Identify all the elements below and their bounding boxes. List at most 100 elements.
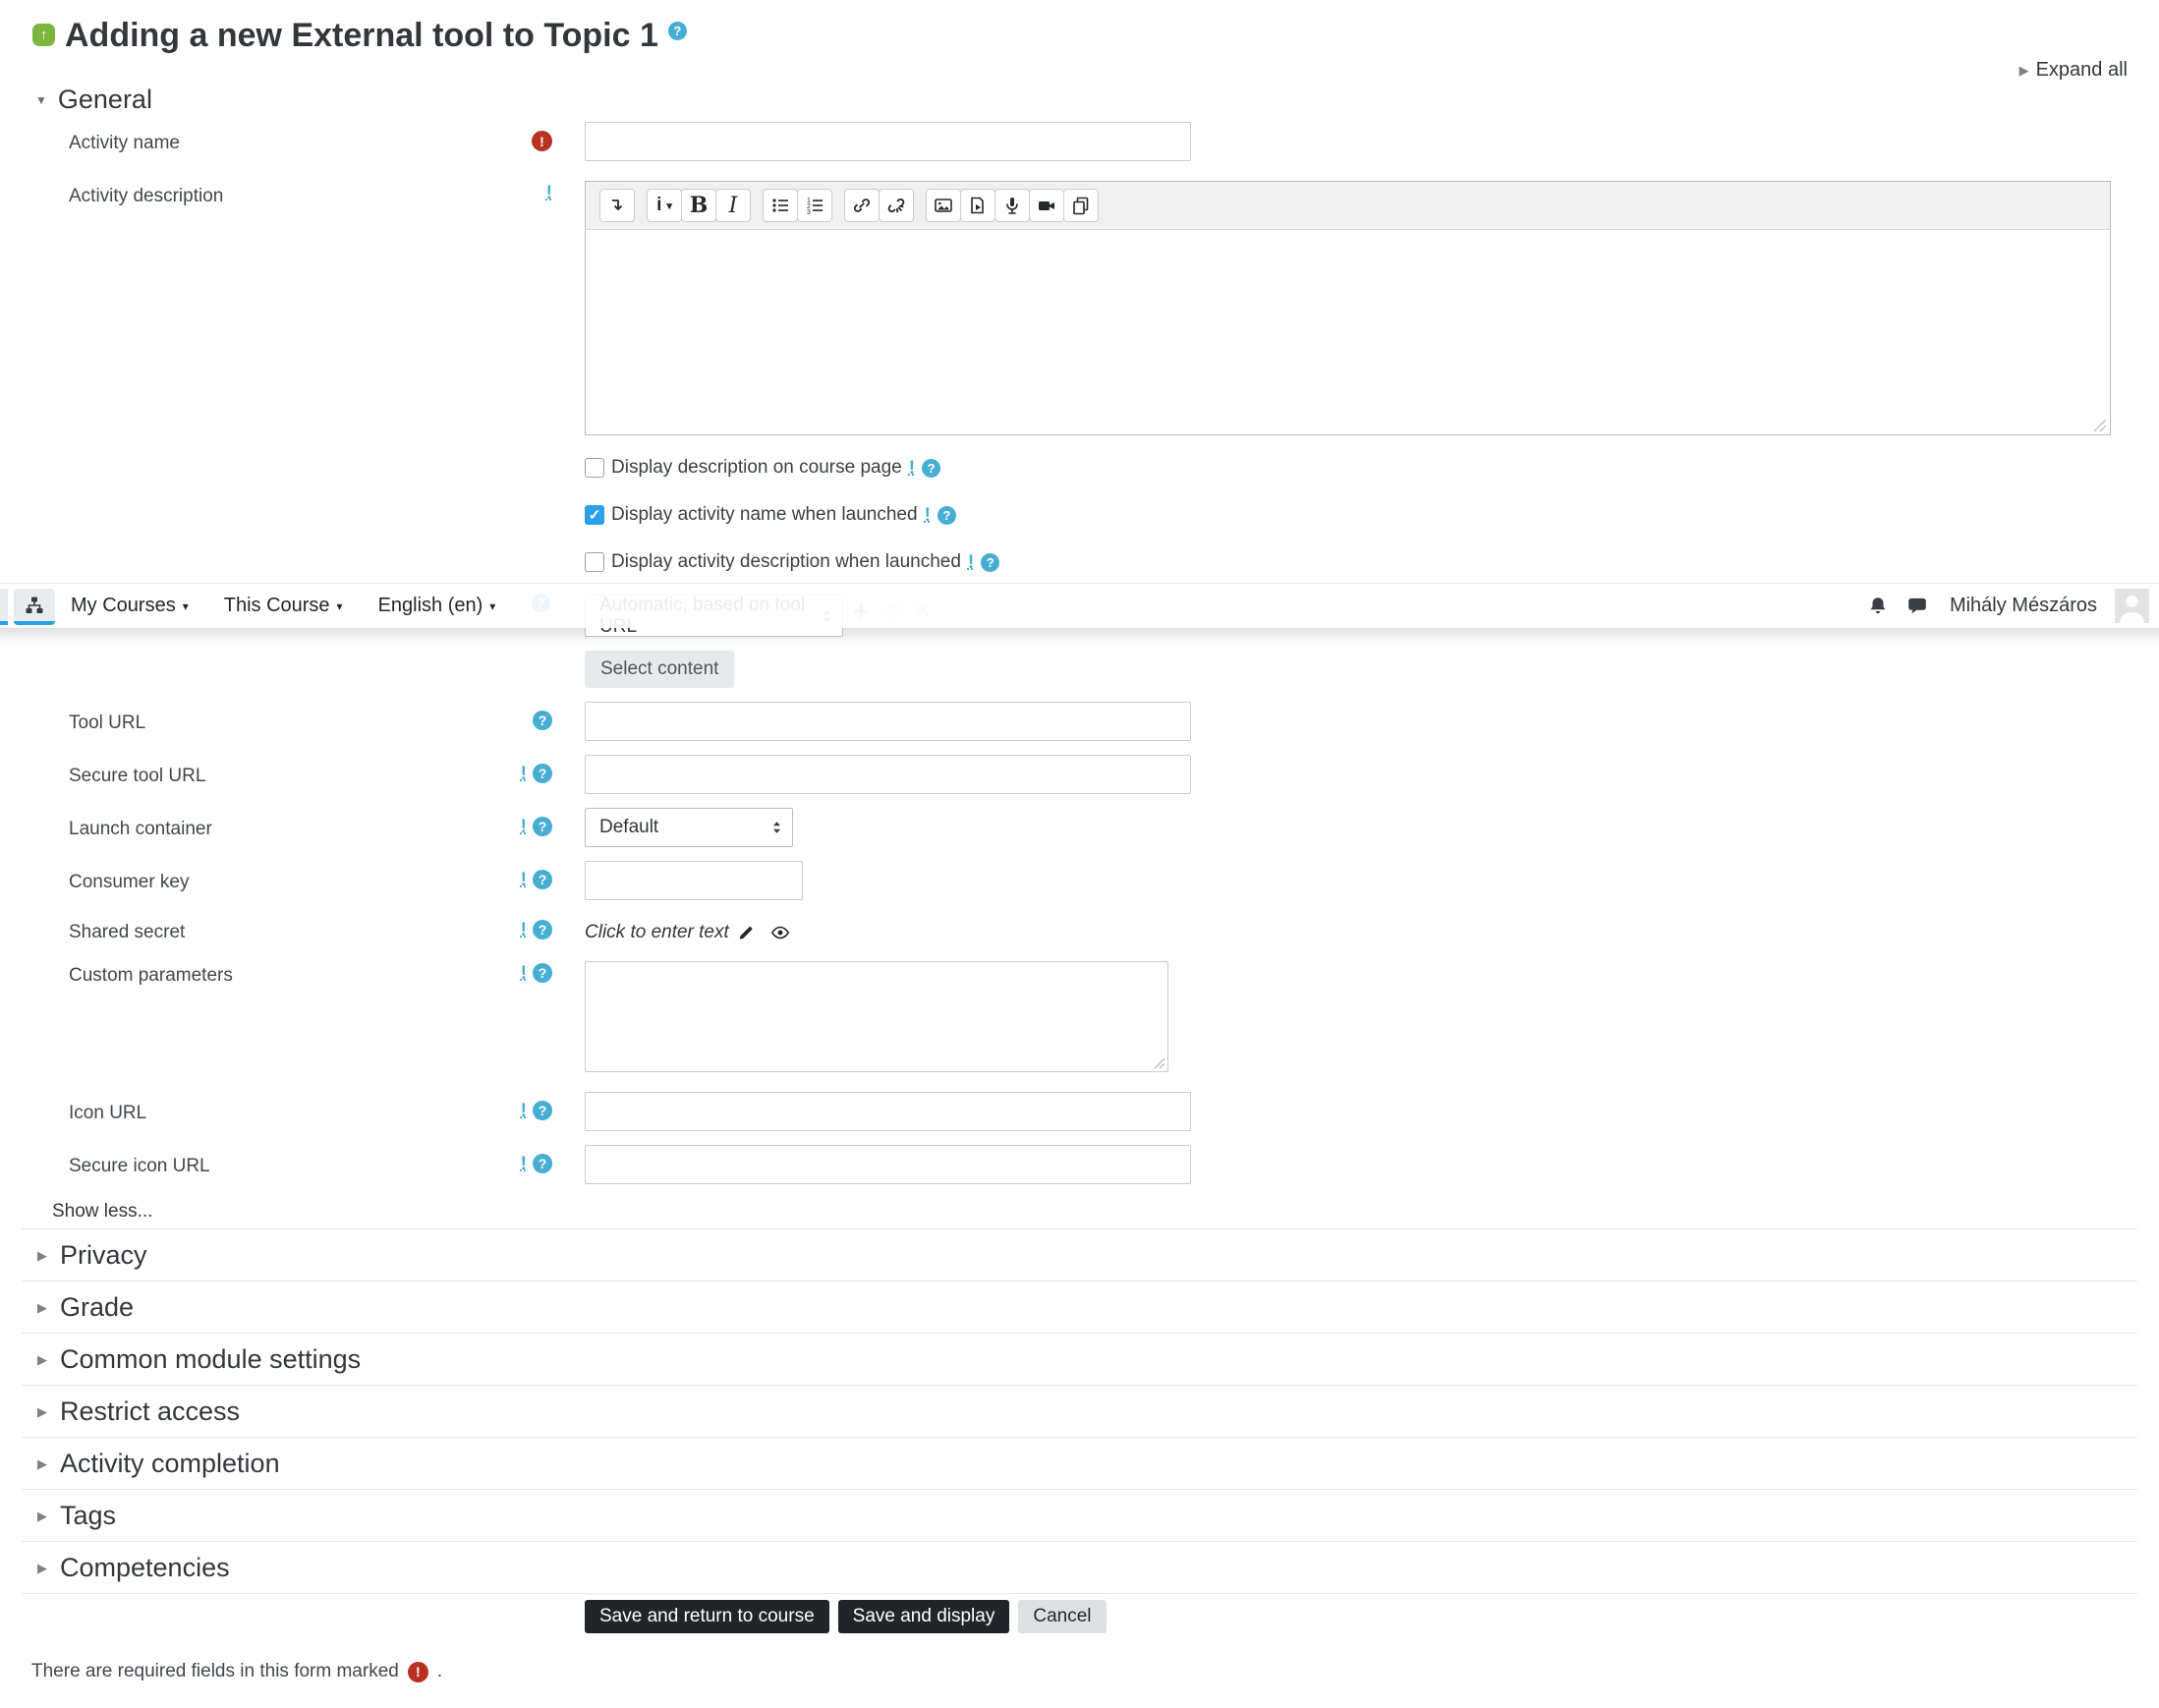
custom-parameters-textarea[interactable]: [585, 961, 1168, 1072]
icon-url-input[interactable]: [585, 1092, 1191, 1131]
chevron-down-icon: ▾: [182, 598, 189, 613]
chevron-right-icon: ▶: [37, 1299, 47, 1315]
chat-icon[interactable]: [1906, 596, 1928, 617]
section-heading-restrict-access[interactable]: ▶ Restrict access: [22, 1385, 2137, 1437]
warning-icon: !: [520, 1100, 527, 1121]
collapsed-sections: ▶ Privacy ▶ Grade ▶ Common module settin…: [22, 1228, 2137, 1594]
warning-icon: !: [924, 504, 931, 526]
select-caret-icon: [772, 822, 781, 833]
external-tool-activity-icon: ↑: [32, 24, 55, 46]
chevron-right-icon: ▶: [37, 1247, 47, 1263]
warning-icon: !: [545, 183, 552, 203]
select-content-button[interactable]: Select content: [585, 651, 735, 688]
avatar[interactable]: [2115, 589, 2149, 623]
section-heading-privacy[interactable]: ▶ Privacy: [22, 1228, 2137, 1281]
eye-icon[interactable]: [770, 923, 790, 942]
custom-parameters-label: Custom parameters: [69, 965, 233, 986]
warning-icon: !: [967, 551, 975, 573]
sitemap-icon[interactable]: [14, 589, 55, 625]
help-icon[interactable]: ?: [533, 817, 552, 836]
section-heading-common-module-settings[interactable]: ▶ Common module settings: [22, 1333, 2137, 1385]
help-icon[interactable]: ?: [533, 1101, 552, 1120]
section-heading-competencies[interactable]: ▶ Competencies: [22, 1541, 2137, 1593]
secure-tool-url-input[interactable]: [585, 755, 1191, 794]
icon-url-label: Icon URL: [69, 1103, 147, 1123]
form-actions: Save and return to course Save and displ…: [585, 1600, 1107, 1633]
page-header: ↑ Adding a new External tool to Topic 1 …: [32, 16, 687, 56]
activity-name-label: Activity name: [69, 133, 180, 153]
help-icon[interactable]: ?: [533, 870, 552, 889]
launch-container-select[interactable]: Default: [585, 808, 793, 847]
chevron-down-icon: ▾: [336, 598, 343, 613]
description-rich-text-editor[interactable]: i ▾ B I 123: [585, 181, 2111, 435]
activity-description-label: Activity description: [69, 186, 224, 206]
unlink-icon[interactable]: [879, 189, 914, 222]
svg-text:3: 3: [807, 209, 811, 215]
display-activity-name-checkbox[interactable]: ✓ Display activity name when launched ! …: [585, 504, 956, 526]
shared-secret-placeholder[interactable]: Click to enter text: [585, 922, 729, 943]
checkbox-icon: ✓: [585, 505, 604, 525]
consumer-key-input[interactable]: [585, 861, 803, 900]
secure-icon-url-input[interactable]: [585, 1145, 1191, 1184]
record-audio-icon[interactable]: [994, 189, 1030, 222]
insert-image-icon[interactable]: [926, 189, 961, 222]
show-less-link[interactable]: Show less...: [52, 1201, 152, 1223]
moodle-external-tool-form-page: ↑ Adding a new External tool to Topic 1 …: [0, 0, 2159, 1708]
display-description-checkbox[interactable]: ✓ Display description on course page ! ?: [585, 457, 941, 479]
unordered-list-icon[interactable]: [763, 189, 798, 222]
italic-icon[interactable]: I: [715, 189, 751, 222]
insert-media-icon[interactable]: [960, 189, 995, 222]
bell-icon[interactable]: [1867, 596, 1889, 617]
chevron-right-icon: ▶: [37, 1508, 47, 1523]
link-icon[interactable]: [844, 189, 880, 222]
help-icon[interactable]: ?: [533, 1154, 552, 1173]
pencil-icon[interactable]: [737, 924, 755, 941]
expand-all-link[interactable]: ▶ Expand all: [2019, 59, 2128, 82]
chevron-right-icon: ▶: [37, 1351, 47, 1367]
manage-files-icon[interactable]: [1063, 189, 1099, 222]
nav-language[interactable]: English (en) ▾: [378, 595, 496, 617]
navbar: My Courses ▾ This Course ▾ English (en) ▾ M…: [0, 583, 2159, 628]
activity-name-input[interactable]: [585, 122, 1191, 161]
resize-handle-icon[interactable]: [2093, 419, 2107, 432]
warning-icon: !: [520, 869, 527, 890]
section-heading-general[interactable]: ▼ General: [35, 85, 152, 115]
section-heading-grade[interactable]: ▶ Grade: [22, 1281, 2137, 1333]
save-and-display-button[interactable]: Save and display: [837, 1600, 1010, 1633]
navbar-shadow: [0, 627, 2159, 645]
save-and-return-button[interactable]: Save and return to course: [585, 1600, 829, 1633]
chevron-down-icon: ▾: [489, 598, 496, 613]
secure-tool-url-label: Secure tool URL: [69, 766, 206, 786]
help-icon[interactable]: ?: [533, 764, 552, 783]
paragraph-styles-icon[interactable]: i ▾: [647, 189, 682, 222]
cancel-button[interactable]: Cancel: [1018, 1600, 1107, 1633]
help-icon[interactable]: ?: [667, 22, 687, 40]
help-icon[interactable]: ?: [533, 920, 552, 939]
page-title: Adding a new External tool to Topic 1: [65, 17, 658, 54]
record-video-icon[interactable]: [1029, 189, 1064, 222]
section-heading-activity-completion[interactable]: ▶ Activity completion: [22, 1437, 2137, 1489]
resize-handle-icon[interactable]: [1154, 1057, 1165, 1069]
section-heading-tags[interactable]: ▶ Tags: [22, 1489, 2137, 1541]
editor-content-area[interactable]: [586, 230, 2110, 435]
warning-icon: !: [520, 1153, 527, 1174]
nav-this-course[interactable]: This Course ▾: [224, 595, 343, 617]
help-icon[interactable]: ?: [937, 505, 956, 525]
ordered-list-icon[interactable]: 123: [797, 189, 832, 222]
consumer-key-label: Consumer key: [69, 872, 190, 892]
chevron-down-icon: ▼: [35, 92, 47, 107]
help-icon[interactable]: ?: [533, 963, 552, 983]
nav-my-courses[interactable]: My Courses ▾: [71, 595, 189, 617]
display-activity-description-checkbox[interactable]: ✓ Display activity description when laun…: [585, 551, 1000, 573]
bold-icon[interactable]: B: [681, 189, 716, 222]
help-icon[interactable]: ?: [533, 711, 552, 730]
editor-toolbar: i ▾ B I 123: [586, 182, 2110, 230]
user-name[interactable]: Mihály Mészáros: [1950, 595, 2097, 617]
help-icon[interactable]: ?: [981, 552, 1000, 572]
tool-url-input[interactable]: [585, 702, 1191, 741]
help-icon[interactable]: ?: [922, 458, 941, 478]
collapse-toolbar-icon[interactable]: [599, 189, 635, 222]
required-icon: !: [407, 1661, 428, 1682]
nav-partial-tab: [0, 589, 8, 625]
checkbox-icon: ✓: [585, 552, 604, 572]
